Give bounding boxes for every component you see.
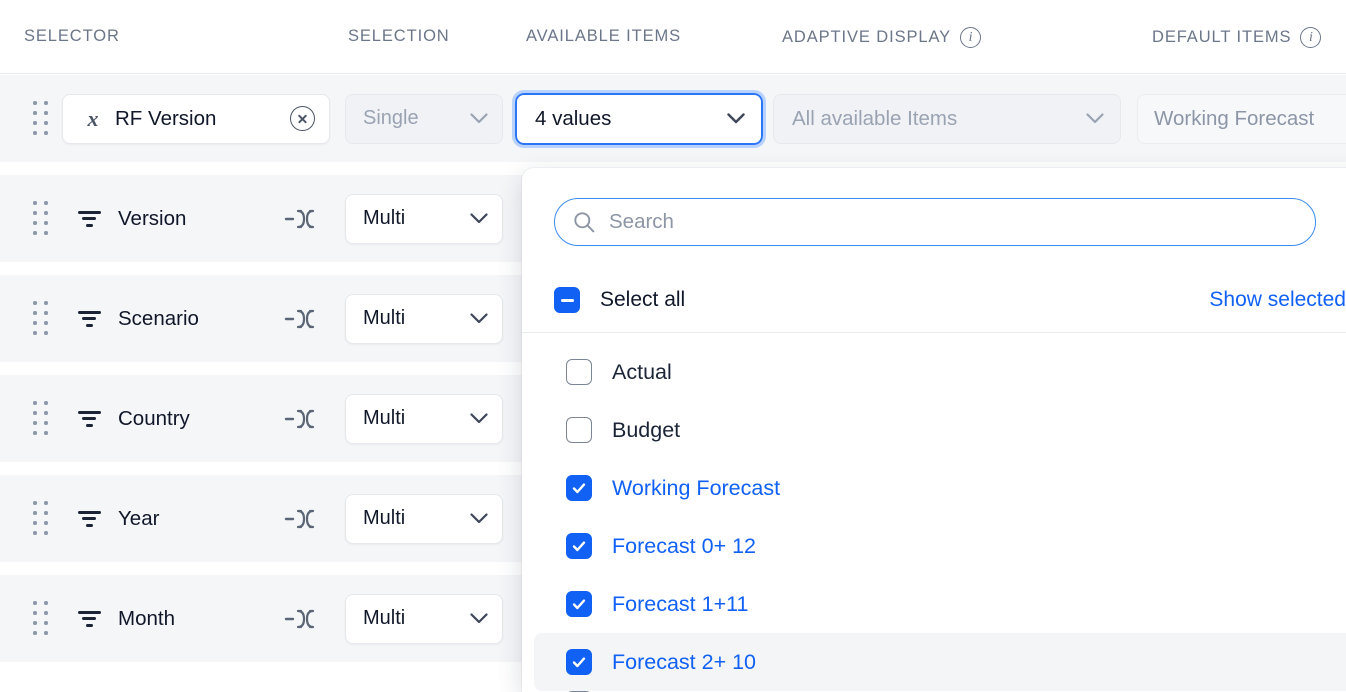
selector-name: Year: [118, 506, 160, 530]
column-header: SELECTOR SELECTION AVAILABLE ITEMS ADAPT…: [0, 0, 1346, 74]
selection-dropdown-value: Multi: [363, 407, 406, 429]
selection-dropdown-scenario[interactable]: Multi: [345, 293, 503, 344]
chevron-down-icon: [470, 313, 488, 324]
option-checkbox[interactable]: [566, 591, 592, 617]
option-label: Forecast 2+ 10: [612, 649, 757, 674]
filter-icon: [76, 609, 102, 629]
selection-dropdown-value: Multi: [363, 507, 406, 529]
list-item[interactable]: Forecast 0+ 12: [534, 517, 1346, 575]
selection-dropdown-version[interactable]: Multi: [345, 193, 503, 244]
dimension-icon: [284, 606, 322, 632]
option-checkbox[interactable]: [566, 417, 592, 443]
selection-dropdown-value: Single: [363, 107, 419, 129]
select-all-checkbox[interactable]: [554, 287, 580, 313]
dimension-icon: [284, 206, 322, 232]
selector-configuration-screen: SELECTOR SELECTION AVAILABLE ITEMS ADAPT…: [0, 0, 1346, 692]
column-header-adaptive-display: ADAPTIVE DISPLAY i: [782, 27, 982, 48]
selection-dropdown-value: Multi: [363, 207, 406, 229]
drag-handle-icon[interactable]: [33, 201, 51, 236]
chevron-down-icon: [470, 413, 488, 424]
selector-name: Month: [118, 606, 175, 630]
selector-name: RF Version: [115, 106, 217, 130]
option-checkbox[interactable]: [566, 359, 592, 385]
drag-handle-icon[interactable]: [33, 301, 51, 336]
selector-name: Scenario: [118, 306, 199, 330]
chevron-down-icon: [1086, 113, 1104, 124]
dimension-icon: [284, 506, 322, 532]
search-field[interactable]: [554, 198, 1316, 246]
available-items-dropdown-panel: Select all Show selected Actual Budget: [522, 168, 1346, 692]
chevron-down-icon: [470, 613, 488, 624]
selection-dropdown-year[interactable]: Multi: [345, 493, 503, 544]
column-header-selector: SELECTOR: [24, 27, 120, 46]
default-items-value: Working Forecast: [1154, 106, 1315, 130]
filter-icon: [76, 209, 102, 229]
selection-dropdown-rf-version[interactable]: Single: [345, 93, 503, 144]
column-header-adaptive-display-label: ADAPTIVE DISPLAY: [782, 28, 952, 46]
option-list: Actual Budget Working Forecast Forecast …: [522, 333, 1346, 692]
select-all-label: Select all: [600, 288, 686, 311]
list-item[interactable]: Budget: [534, 401, 1346, 459]
option-checkbox[interactable]: [566, 649, 592, 675]
option-label: Forecast 0+ 12: [612, 533, 757, 558]
column-header-selection-label: SELECTION: [348, 27, 450, 45]
available-items-value: 4 values: [535, 106, 612, 130]
column-header-default-items: DEFAULT ITEMS i: [1152, 27, 1322, 48]
info-icon[interactable]: i: [960, 27, 982, 48]
option-label: Actual: [612, 359, 672, 384]
chevron-down-icon: [727, 113, 745, 124]
option-label: Budget: [612, 417, 681, 442]
selection-dropdown-value: Multi: [363, 607, 406, 629]
column-header-selector-label: SELECTOR: [24, 27, 120, 45]
list-item[interactable]: Forecast 2+ 10: [534, 633, 1346, 691]
drag-handle-icon[interactable]: [33, 401, 51, 436]
available-items-dropdown[interactable]: 4 values: [512, 89, 766, 148]
list-item[interactable]: Forecast 1+11: [534, 575, 1346, 633]
chevron-down-icon: [470, 213, 488, 224]
search-input[interactable]: [609, 210, 1297, 234]
search-icon: [574, 212, 595, 233]
default-items-field[interactable]: Working Forecast: [1137, 93, 1346, 144]
selector-name: Country: [118, 406, 190, 430]
variable-x-icon: x: [87, 105, 99, 131]
drag-handle-icon[interactable]: [33, 601, 51, 636]
column-header-selection: SELECTION: [348, 27, 450, 46]
list-item[interactable]: Working Forecast: [534, 459, 1346, 517]
column-header-available-items: AVAILABLE ITEMS: [526, 27, 681, 46]
chevron-down-icon: [470, 513, 488, 524]
selector-pill-rf-version[interactable]: x RF Version: [62, 93, 330, 144]
option-label: Forecast 1+11: [612, 591, 749, 616]
option-label: Working Forecast: [612, 475, 781, 500]
selection-dropdown-country[interactable]: Multi: [345, 393, 503, 444]
adaptive-display-value: All available Items: [792, 106, 958, 130]
option-checkbox[interactable]: [566, 475, 592, 501]
adaptive-display-dropdown[interactable]: All available Items: [773, 93, 1121, 144]
filter-icon: [76, 309, 102, 329]
select-all-row[interactable]: Select all Show selected: [522, 268, 1346, 332]
show-selected-link[interactable]: Show selected: [1209, 288, 1346, 312]
option-checkbox[interactable]: [566, 533, 592, 559]
column-header-available-items-label: AVAILABLE ITEMS: [526, 27, 682, 45]
dimension-icon: [284, 406, 322, 432]
dimension-icon: [284, 306, 322, 332]
selection-dropdown-month[interactable]: Multi: [345, 593, 503, 644]
filter-icon: [76, 409, 102, 429]
info-icon[interactable]: i: [1300, 27, 1322, 48]
drag-handle-icon[interactable]: [33, 101, 51, 136]
column-header-default-items-label: DEFAULT ITEMS: [1152, 28, 1292, 46]
selection-dropdown-value: Multi: [363, 307, 406, 329]
list-item[interactable]: Actual: [534, 343, 1346, 401]
table-row: x RF Version Single 4 values All availab…: [0, 75, 1346, 162]
selector-name: Version: [118, 206, 187, 230]
drag-handle-icon[interactable]: [33, 501, 51, 536]
clear-circle-icon[interactable]: [290, 106, 315, 131]
filter-icon: [76, 509, 102, 529]
chevron-down-icon: [470, 113, 488, 124]
